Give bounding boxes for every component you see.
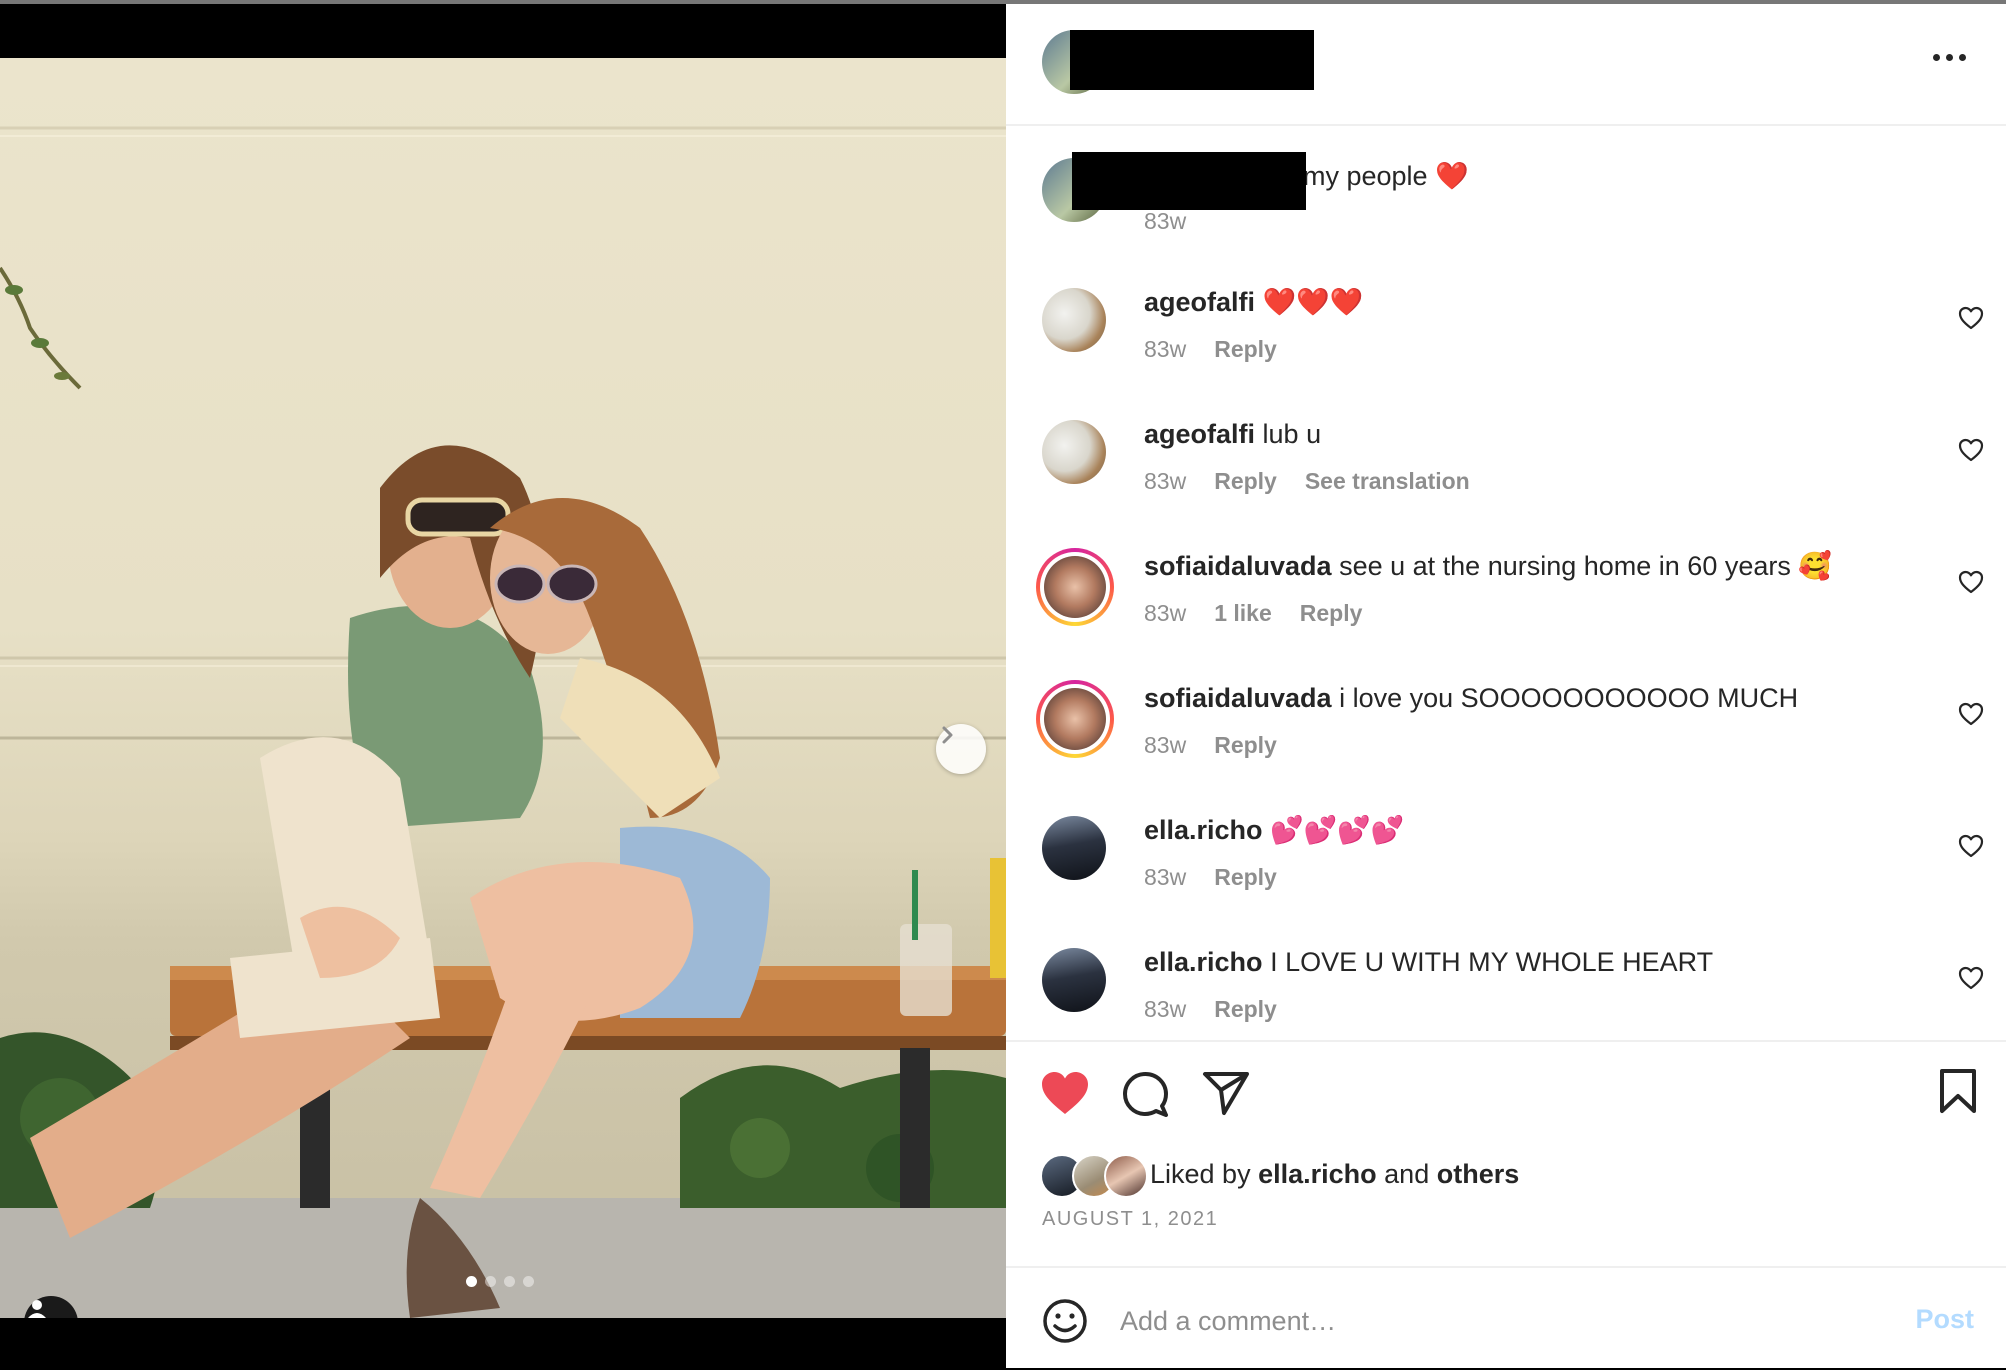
heart-outline-icon[interactable] (1958, 834, 1984, 858)
paper-plane-icon[interactable] (1202, 1070, 1250, 1116)
comment-body: ❤️❤️❤️ (1262, 287, 1364, 317)
comment-meta: 83w Reply See translation (1144, 468, 1470, 495)
heart-outline-icon[interactable] (1958, 966, 1984, 990)
comment-meta: 83w Reply (1144, 336, 1277, 363)
bookmark-icon[interactable] (1938, 1068, 1978, 1114)
comment-text: ageofalfi lub u (1144, 416, 1321, 452)
comment-time[interactable]: 83w (1144, 732, 1186, 759)
comment-time[interactable]: 83w (1144, 336, 1186, 363)
carousel-dot (504, 1276, 515, 1287)
commenter-avatar (1044, 556, 1106, 618)
person-icon (28, 1300, 46, 1318)
post-photo (0, 58, 1006, 1318)
speech-bubble-icon[interactable] (1122, 1070, 1170, 1118)
liker-username-link[interactable]: ella.richo (1258, 1159, 1377, 1189)
smiley-icon[interactable] (1042, 1298, 1088, 1344)
comment-time[interactable]: 83w (1144, 996, 1186, 1023)
comment-meta: 83w Reply (1144, 996, 1277, 1023)
commenter-avatar[interactable] (1042, 948, 1106, 1012)
comment-action-1-like[interactable]: 1 like (1214, 600, 1272, 627)
heart-outline-icon[interactable] (1958, 702, 1984, 726)
comment-text: sofiaidaluvada see u at the nursing home… (1144, 548, 1832, 584)
comment-meta: 83w Reply (1144, 864, 1277, 891)
comment-text: ageofalfi ❤️❤️❤️ (1144, 284, 1363, 320)
caption-time: 83w (1144, 208, 1187, 234)
heart-outline-icon[interactable] (1958, 438, 1984, 462)
comment-row: ella.richo 💕💕💕💕 83w Reply (1006, 798, 2006, 930)
commenter-avatar (1044, 688, 1106, 750)
caption-meta: 83w (1144, 208, 1186, 235)
comment-action-reply[interactable]: Reply (1214, 996, 1277, 1023)
post-details-panel: w my people ❤️ 83w ageofalfi ❤️❤️❤️ 83w Re… (1006, 0, 2006, 1368)
heart-outline-icon[interactable] (1958, 570, 1984, 594)
commenter-avatar[interactable] (1042, 288, 1106, 352)
comment-username[interactable]: ella.richo (1144, 815, 1263, 845)
post-actions: Liked by ella.richo and others AUGUST 1,… (1006, 1040, 2006, 1272)
comment-username[interactable]: ella.richo (1144, 947, 1263, 977)
likes-others-link[interactable]: others (1437, 1159, 1520, 1189)
comment-time[interactable]: 83w (1144, 600, 1186, 627)
comment-row: ageofalfi ❤️❤️❤️ 83w Reply (1006, 270, 2006, 402)
commenter-avatar[interactable] (1042, 816, 1106, 880)
carousel-next-button[interactable] (936, 724, 986, 774)
comment-username[interactable]: ageofalfi (1144, 419, 1255, 449)
comment-action-reply[interactable]: Reply (1214, 336, 1277, 363)
heart-filled-icon[interactable] (1040, 1070, 1090, 1116)
comment-time[interactable]: 83w (1144, 468, 1186, 495)
comment-text: ella.richo 💕💕💕💕 (1144, 812, 1405, 848)
carousel-dot (523, 1276, 534, 1287)
post-date: AUGUST 1, 2021 (1042, 1208, 1219, 1230)
redacted-username (1070, 30, 1314, 90)
likes-summary: Liked by ella.richo and others (1040, 1152, 1519, 1198)
comment-body: I LOVE U WITH MY WHOLE HEART (1270, 947, 1714, 977)
comment-meta: 83w Reply (1144, 732, 1277, 759)
redacted-username (1072, 152, 1306, 210)
comment-meta: 83w 1 like Reply (1144, 600, 1362, 627)
comment-action-reply[interactable]: Reply (1214, 732, 1277, 759)
comment-text: ella.richo I LOVE U WITH MY WHOLE HEART (1144, 944, 1713, 980)
comment-body: 💕💕💕💕 (1270, 815, 1405, 845)
comment-body: see u at the nursing home in 60 years 🥰 (1339, 551, 1832, 581)
photo-illustration (0, 126, 1006, 1318)
comment-action-reply[interactable]: Reply (1214, 864, 1277, 891)
comment-username[interactable]: sofiaidaluvada (1144, 551, 1332, 581)
more-options-button[interactable] (1933, 54, 1966, 61)
comment-username[interactable]: ageofalfi (1144, 287, 1255, 317)
window-top-border (0, 0, 1006, 4)
carousel-dot (485, 1276, 496, 1287)
carousel-dot (466, 1276, 477, 1287)
comment-row: sofiaidaluvada see u at the nursing home… (1006, 534, 2006, 666)
add-comment-bar: Post (1006, 1266, 2006, 1370)
comment-body: lub u (1262, 419, 1322, 449)
comment-time[interactable]: 83w (1144, 864, 1186, 891)
post-caption: w my people ❤️ 83w (1006, 140, 2006, 250)
likes-prefix: Liked by (1150, 1158, 1251, 1189)
heart-outline-icon[interactable] (1958, 306, 1984, 330)
story-ring[interactable] (1036, 680, 1114, 758)
comment-action-reply[interactable]: Reply (1214, 468, 1277, 495)
commenter-avatar[interactable] (1042, 420, 1106, 484)
likes-connector: and (1384, 1158, 1430, 1189)
chevron-right-icon (942, 726, 953, 744)
post-media-pane (0, 0, 1006, 1368)
comment-input[interactable] (1118, 1296, 1822, 1346)
carousel-indicators (466, 1276, 534, 1287)
comment-body: i love you SOOOOOOOOOOO MUCH (1339, 683, 1799, 713)
comment-row: ageofalfi lub u 83w Reply See translation (1006, 402, 2006, 534)
story-ring[interactable] (1036, 548, 1114, 626)
comment-text: sofiaidaluvada i love you SOOOOOOOOOOO M… (1144, 680, 1798, 716)
comment-action-see-translation[interactable]: See translation (1305, 468, 1470, 495)
post-header (1006, 4, 2006, 126)
liker-avatars (1040, 1152, 1148, 1198)
comment-action-reply[interactable]: Reply (1300, 600, 1363, 627)
liker-avatar[interactable] (1104, 1154, 1148, 1198)
comment-row: sofiaidaluvada i love you SOOOOOOOOOOO M… (1006, 666, 2006, 798)
likes-text: Liked by ella.richo and others (1150, 1159, 1519, 1190)
ellipsis-icon (1933, 54, 1940, 61)
post-comment-button[interactable]: Post (1915, 1304, 1974, 1335)
comment-username[interactable]: sofiaidaluvada (1144, 683, 1332, 713)
